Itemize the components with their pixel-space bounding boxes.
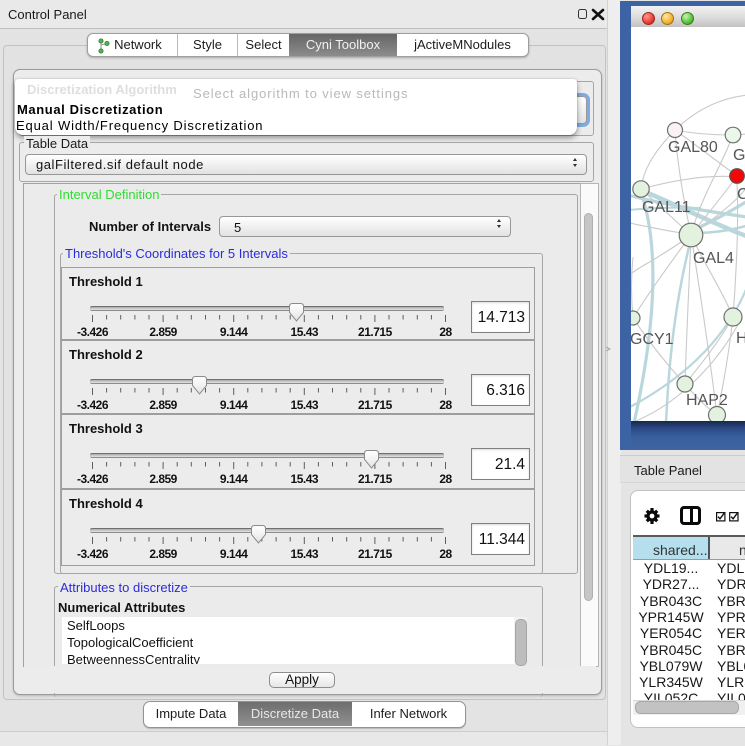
svg-text:HAP2: HAP2 — [686, 392, 728, 409]
svg-text:GAL4: GAL4 — [693, 250, 734, 267]
svg-text:GAL80: GAL80 — [668, 139, 718, 156]
svg-text:C: C — [737, 186, 745, 203]
svg-text:H: H — [736, 330, 745, 347]
svg-text:GCY1: GCY1 — [631, 331, 674, 348]
svg-text:GAL11: GAL11 — [642, 199, 691, 216]
svg-text:GA: GA — [733, 147, 745, 164]
